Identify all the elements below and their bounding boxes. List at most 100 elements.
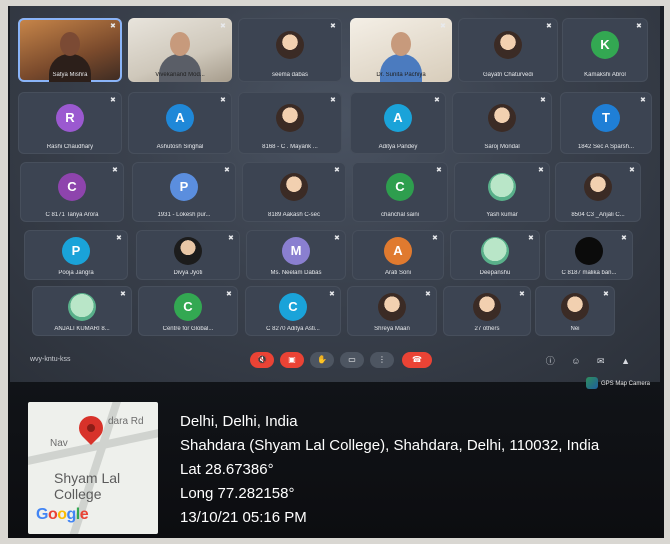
participant-tile[interactable]: ✖ seema dabas — [238, 18, 342, 82]
activities-icon[interactable]: ▲ — [621, 356, 630, 366]
mic-muted-icon: ✖ — [330, 23, 336, 30]
participant-avatar: C — [58, 173, 86, 202]
participant-name: 1842 Sec A Sparsh... — [577, 144, 635, 150]
participant-name: Pooja Jangra — [58, 270, 94, 276]
mic-muted-icon: ✖ — [330, 97, 336, 104]
participant-tile[interactable]: ✖ Saroj Mondal — [452, 92, 552, 154]
participant-tile[interactable]: ✖ Divya Jyoti — [136, 230, 240, 280]
mic-muted-icon: ✖ — [636, 23, 642, 30]
mic-muted-icon: ✖ — [538, 167, 544, 174]
mic-muted-icon: ✖ — [436, 167, 442, 174]
participant-tile[interactable]: ✖ Dr. Sunita Pachiya — [350, 18, 452, 82]
participant-avatar — [481, 237, 509, 265]
participant-tile[interactable]: ✖ 27 others — [443, 286, 531, 336]
participant-name: Nei — [570, 326, 580, 332]
participant-avatar: K — [591, 30, 619, 59]
participant-tile[interactable]: ✖ Gayatri Chaturvedi — [458, 18, 558, 82]
hangup-button[interactable]: ☎ — [402, 352, 432, 368]
participant-name: Shreya Maan — [374, 326, 410, 332]
participant-avatar — [276, 104, 304, 133]
participant-tile[interactable]: C ✖ C 8171 Tanya Arora — [20, 162, 124, 222]
participant-name: 1931 - Lokesh pur... — [157, 212, 211, 218]
participant-name: C 8171 Tanya Arora — [45, 212, 99, 218]
participant-tile[interactable]: A ✖ Arati Soni — [352, 230, 444, 280]
datetime: 13/10/21 05:16 PM — [180, 509, 307, 526]
meet-side-icons: ⓘ ☺ ✉ ▲ — [532, 354, 630, 367]
participant-tile[interactable]: ✖ 8504 C3 _Anjali C... — [555, 162, 641, 222]
participant-tile[interactable]: T ✖ 1842 Sec A Sparsh... — [560, 92, 652, 154]
participant-avatar — [174, 237, 202, 265]
participant-avatar — [473, 293, 501, 321]
info-icon[interactable]: ⓘ — [546, 356, 555, 366]
people-icon[interactable]: ☺ — [571, 356, 580, 366]
participant-tile[interactable]: ✖ ANJALI KUMARI 8... — [32, 286, 132, 336]
participant-name: Saroj Mondal — [484, 144, 520, 150]
participant-avatar: A — [166, 104, 194, 133]
participant-name: Rashi Chaudhary — [46, 144, 94, 150]
participant-name: 27 others — [474, 326, 500, 332]
meet-toolbar: wvy-kntu-kss 🔇 ▣ ✋ ▭ ⋮ ☎ ⓘ ☺ ✉ ▲ — [10, 346, 660, 374]
participant-name: Arati Soni — [384, 270, 411, 276]
participant-tile[interactable]: ✖ Satya Mishra — [18, 18, 122, 82]
participant-avatar: P — [170, 173, 198, 202]
participant-tile[interactable]: P ✖ Pooja Jangra — [24, 230, 128, 280]
participant-avatar: T — [592, 104, 620, 133]
participant-name: Ashutosh Singhal — [156, 144, 204, 150]
participant-tile[interactable]: R ✖ Rashi Chaudhary — [18, 92, 122, 154]
participant-tile[interactable]: P ✖ 1931 - Lokesh pur... — [132, 162, 236, 222]
city-line: Delhi, Delhi, India — [180, 413, 298, 430]
map-poi-label: Shyam Lal College — [54, 470, 121, 502]
participant-avatar: A — [384, 104, 412, 133]
present-button[interactable]: ▭ — [340, 352, 364, 368]
mic-muted-icon: ✖ — [224, 167, 230, 174]
gps-camera-badge: GPS Map Camera — [586, 377, 664, 391]
participant-name: Centre for Global... — [162, 326, 214, 332]
participant-name: chanchal saini — [380, 212, 420, 218]
participant-avatar — [280, 173, 308, 202]
participant-tile[interactable]: ✖ Vivekanand Mod... — [128, 18, 232, 82]
gps-camera-icon — [586, 377, 598, 390]
mic-muted-icon: ✖ — [116, 235, 122, 242]
mic-muted-icon: ✖ — [434, 97, 440, 104]
meeting-code: wvy-kntu-kss — [30, 356, 71, 363]
participant-avatar — [276, 30, 304, 59]
participant-tile[interactable]: C ✖ Centre for Global... — [138, 286, 238, 336]
participant-name: 8189 Aakash C-sec — [267, 212, 321, 218]
participant-tile[interactable]: M ✖ Ms. Neelam Dabas — [246, 230, 346, 280]
participant-tile[interactable]: C ✖ C 8270 Aditya Asti... — [245, 286, 341, 336]
participant-name: Kamakshi Abrol — [584, 72, 626, 78]
participant-tile[interactable]: ✖ C 8187 malika ban... — [545, 230, 633, 280]
participant-tile[interactable]: A ✖ Aditya Pandey — [350, 92, 446, 154]
mic-muted-icon: ✖ — [528, 235, 534, 242]
participant-tile[interactable]: ✖ Deepanshu — [450, 230, 540, 280]
mic-off-button[interactable]: 🔇 — [250, 352, 274, 368]
participant-tile[interactable]: K ✖ Kamakshi Abrol — [562, 18, 648, 82]
participant-tile[interactable]: ✖ Shreya Maan — [347, 286, 437, 336]
participant-tile[interactable]: ✖ Nei — [535, 286, 615, 336]
geotag-info: Delhi, Delhi, India Shahdara (Shyam Lal … — [180, 410, 599, 530]
participant-avatar — [488, 104, 516, 133]
participant-avatar — [494, 30, 522, 59]
camera-off-button[interactable]: ▣ — [280, 352, 304, 368]
participant-name: Aditya Pandey — [378, 144, 418, 150]
latitude: Lat 28.67386° — [180, 461, 274, 478]
participant-name: Satya Mishra — [52, 72, 88, 78]
participant-tile[interactable]: ✖ 8189 Aakash C-sec — [242, 162, 346, 222]
mic-muted-icon: ✖ — [226, 291, 232, 298]
participant-tile[interactable]: A ✖ Ashutosh Singhal — [128, 92, 232, 154]
mic-muted-icon: ✖ — [120, 291, 126, 298]
participant-tile[interactable]: ✖ Yash kumar — [454, 162, 550, 222]
photo-frame: ✖ Nei ✖ 27 others ✖ Shreya Maan C ✖ C 8270 Adity… — [8, 6, 664, 538]
participant-tile[interactable]: ✖ 8168 - C . Mayank ... — [238, 92, 342, 154]
map-thumbnail: Nav dara Rd Shyam Lal College Google — [28, 402, 158, 534]
participant-tile[interactable]: C ✖ chanchal saini — [352, 162, 448, 222]
participant-name: Yash kumar — [486, 212, 518, 218]
chat-icon[interactable]: ✉ — [597, 356, 605, 366]
map-road-label: Nav — [50, 438, 68, 449]
mic-muted-icon: ✖ — [112, 167, 118, 174]
mic-muted-icon: ✖ — [629, 167, 635, 174]
more-options-button[interactable]: ⋮ — [370, 352, 394, 368]
mic-muted-icon: ✖ — [621, 235, 627, 242]
participant-avatar: M — [282, 237, 310, 265]
raise-hand-button[interactable]: ✋ — [310, 352, 334, 368]
